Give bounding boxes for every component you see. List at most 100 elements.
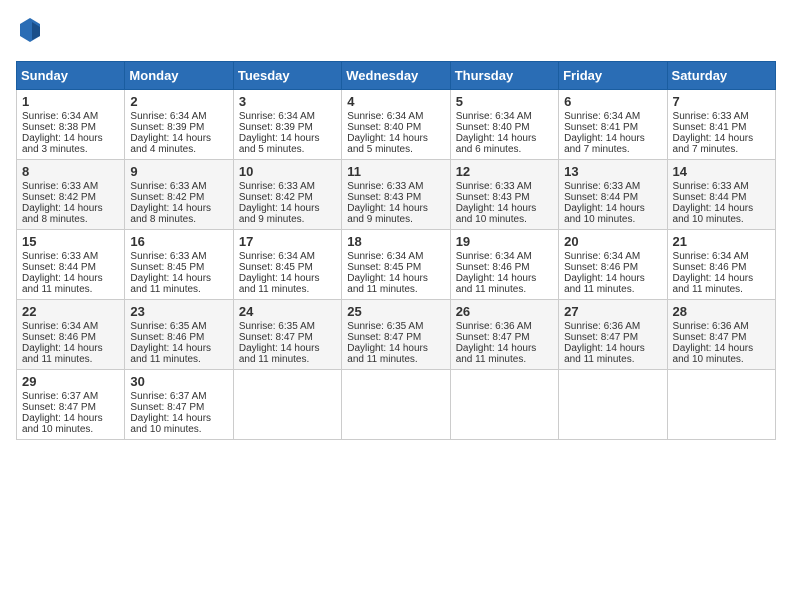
calendar-cell: 17 Sunrise: 6:34 AM Sunset: 8:45 PM Dayl… bbox=[233, 229, 341, 299]
day-number: 17 bbox=[239, 234, 336, 249]
sunset-text: Sunset: 8:39 PM bbox=[130, 122, 204, 133]
sunrise-text: Sunrise: 6:34 AM bbox=[347, 111, 423, 122]
sunrise-text: Sunrise: 6:34 AM bbox=[456, 111, 532, 122]
calendar-cell bbox=[559, 369, 667, 439]
sunset-text: Sunset: 8:41 PM bbox=[564, 122, 638, 133]
calendar-cell: 13 Sunrise: 6:33 AM Sunset: 8:44 PM Dayl… bbox=[559, 159, 667, 229]
day-number: 15 bbox=[22, 234, 119, 249]
calendar-cell: 7 Sunrise: 6:33 AM Sunset: 8:41 PM Dayli… bbox=[667, 89, 775, 159]
calendar-cell: 2 Sunrise: 6:34 AM Sunset: 8:39 PM Dayli… bbox=[125, 89, 233, 159]
calendar-cell: 30 Sunrise: 6:37 AM Sunset: 8:47 PM Dayl… bbox=[125, 369, 233, 439]
daylight-text: Daylight: 14 hours and 10 minutes. bbox=[456, 203, 537, 225]
day-number: 6 bbox=[564, 94, 661, 109]
day-number: 13 bbox=[564, 164, 661, 179]
day-number: 27 bbox=[564, 304, 661, 319]
daylight-text: Daylight: 14 hours and 8 minutes. bbox=[22, 203, 103, 225]
day-number: 20 bbox=[564, 234, 661, 249]
day-number: 16 bbox=[130, 234, 227, 249]
sunset-text: Sunset: 8:44 PM bbox=[564, 192, 638, 203]
sunrise-text: Sunrise: 6:34 AM bbox=[456, 251, 532, 262]
calendar-cell: 1 Sunrise: 6:34 AM Sunset: 8:38 PM Dayli… bbox=[17, 89, 125, 159]
sunset-text: Sunset: 8:47 PM bbox=[456, 332, 530, 343]
calendar-table: SundayMondayTuesdayWednesdayThursdayFrid… bbox=[16, 61, 776, 440]
day-number: 23 bbox=[130, 304, 227, 319]
daylight-text: Daylight: 14 hours and 9 minutes. bbox=[239, 203, 320, 225]
day-number: 4 bbox=[347, 94, 444, 109]
sunset-text: Sunset: 8:46 PM bbox=[456, 262, 530, 273]
col-header-tuesday: Tuesday bbox=[233, 61, 341, 89]
sunrise-text: Sunrise: 6:33 AM bbox=[564, 181, 640, 192]
sunset-text: Sunset: 8:40 PM bbox=[456, 122, 530, 133]
sunset-text: Sunset: 8:46 PM bbox=[130, 332, 204, 343]
sunrise-text: Sunrise: 6:36 AM bbox=[673, 321, 749, 332]
daylight-text: Daylight: 14 hours and 5 minutes. bbox=[347, 133, 428, 155]
daylight-text: Daylight: 14 hours and 9 minutes. bbox=[347, 203, 428, 225]
sunrise-text: Sunrise: 6:34 AM bbox=[130, 111, 206, 122]
sunrise-text: Sunrise: 6:33 AM bbox=[347, 181, 423, 192]
daylight-text: Daylight: 14 hours and 11 minutes. bbox=[22, 343, 103, 365]
day-number: 25 bbox=[347, 304, 444, 319]
sunset-text: Sunset: 8:40 PM bbox=[347, 122, 421, 133]
calendar-cell: 10 Sunrise: 6:33 AM Sunset: 8:42 PM Dayl… bbox=[233, 159, 341, 229]
calendar-cell: 4 Sunrise: 6:34 AM Sunset: 8:40 PM Dayli… bbox=[342, 89, 450, 159]
sunset-text: Sunset: 8:42 PM bbox=[130, 192, 204, 203]
sunrise-text: Sunrise: 6:37 AM bbox=[22, 391, 98, 402]
calendar-week-row: 22 Sunrise: 6:34 AM Sunset: 8:46 PM Dayl… bbox=[17, 299, 776, 369]
calendar-cell: 14 Sunrise: 6:33 AM Sunset: 8:44 PM Dayl… bbox=[667, 159, 775, 229]
sunset-text: Sunset: 8:47 PM bbox=[239, 332, 313, 343]
sunrise-text: Sunrise: 6:37 AM bbox=[130, 391, 206, 402]
col-header-friday: Friday bbox=[559, 61, 667, 89]
sunset-text: Sunset: 8:46 PM bbox=[673, 262, 747, 273]
day-number: 26 bbox=[456, 304, 553, 319]
col-header-saturday: Saturday bbox=[667, 61, 775, 89]
day-number: 22 bbox=[22, 304, 119, 319]
calendar-cell: 6 Sunrise: 6:34 AM Sunset: 8:41 PM Dayli… bbox=[559, 89, 667, 159]
calendar-cell: 25 Sunrise: 6:35 AM Sunset: 8:47 PM Dayl… bbox=[342, 299, 450, 369]
calendar-cell: 26 Sunrise: 6:36 AM Sunset: 8:47 PM Dayl… bbox=[450, 299, 558, 369]
sunset-text: Sunset: 8:44 PM bbox=[22, 262, 96, 273]
daylight-text: Daylight: 14 hours and 6 minutes. bbox=[456, 133, 537, 155]
daylight-text: Daylight: 14 hours and 11 minutes. bbox=[239, 273, 320, 295]
sunrise-text: Sunrise: 6:36 AM bbox=[456, 321, 532, 332]
calendar-cell: 8 Sunrise: 6:33 AM Sunset: 8:42 PM Dayli… bbox=[17, 159, 125, 229]
sunrise-text: Sunrise: 6:33 AM bbox=[239, 181, 315, 192]
daylight-text: Daylight: 14 hours and 10 minutes. bbox=[564, 203, 645, 225]
logo bbox=[16, 16, 42, 49]
sunrise-text: Sunrise: 6:35 AM bbox=[347, 321, 423, 332]
daylight-text: Daylight: 14 hours and 11 minutes. bbox=[673, 273, 754, 295]
day-number: 2 bbox=[130, 94, 227, 109]
col-header-monday: Monday bbox=[125, 61, 233, 89]
sunrise-text: Sunrise: 6:34 AM bbox=[22, 321, 98, 332]
calendar-cell: 23 Sunrise: 6:35 AM Sunset: 8:46 PM Dayl… bbox=[125, 299, 233, 369]
col-header-sunday: Sunday bbox=[17, 61, 125, 89]
calendar-cell: 22 Sunrise: 6:34 AM Sunset: 8:46 PM Dayl… bbox=[17, 299, 125, 369]
sunrise-text: Sunrise: 6:33 AM bbox=[130, 251, 206, 262]
page-header bbox=[16, 16, 776, 49]
sunrise-text: Sunrise: 6:34 AM bbox=[22, 111, 98, 122]
daylight-text: Daylight: 14 hours and 7 minutes. bbox=[673, 133, 754, 155]
day-number: 28 bbox=[673, 304, 770, 319]
sunset-text: Sunset: 8:45 PM bbox=[239, 262, 313, 273]
calendar-cell: 27 Sunrise: 6:36 AM Sunset: 8:47 PM Dayl… bbox=[559, 299, 667, 369]
calendar-cell: 3 Sunrise: 6:34 AM Sunset: 8:39 PM Dayli… bbox=[233, 89, 341, 159]
sunset-text: Sunset: 8:44 PM bbox=[673, 192, 747, 203]
daylight-text: Daylight: 14 hours and 11 minutes. bbox=[22, 273, 103, 295]
day-number: 3 bbox=[239, 94, 336, 109]
daylight-text: Daylight: 14 hours and 5 minutes. bbox=[239, 133, 320, 155]
sunset-text: Sunset: 8:46 PM bbox=[22, 332, 96, 343]
sunset-text: Sunset: 8:43 PM bbox=[456, 192, 530, 203]
calendar-cell: 9 Sunrise: 6:33 AM Sunset: 8:42 PM Dayli… bbox=[125, 159, 233, 229]
calendar-cell: 21 Sunrise: 6:34 AM Sunset: 8:46 PM Dayl… bbox=[667, 229, 775, 299]
day-number: 10 bbox=[239, 164, 336, 179]
sunset-text: Sunset: 8:45 PM bbox=[347, 262, 421, 273]
daylight-text: Daylight: 14 hours and 11 minutes. bbox=[130, 273, 211, 295]
day-number: 30 bbox=[130, 374, 227, 389]
sunset-text: Sunset: 8:45 PM bbox=[130, 262, 204, 273]
calendar-cell: 24 Sunrise: 6:35 AM Sunset: 8:47 PM Dayl… bbox=[233, 299, 341, 369]
sunset-text: Sunset: 8:47 PM bbox=[564, 332, 638, 343]
sunset-text: Sunset: 8:47 PM bbox=[673, 332, 747, 343]
daylight-text: Daylight: 14 hours and 11 minutes. bbox=[130, 343, 211, 365]
calendar-cell bbox=[233, 369, 341, 439]
day-number: 18 bbox=[347, 234, 444, 249]
day-number: 9 bbox=[130, 164, 227, 179]
